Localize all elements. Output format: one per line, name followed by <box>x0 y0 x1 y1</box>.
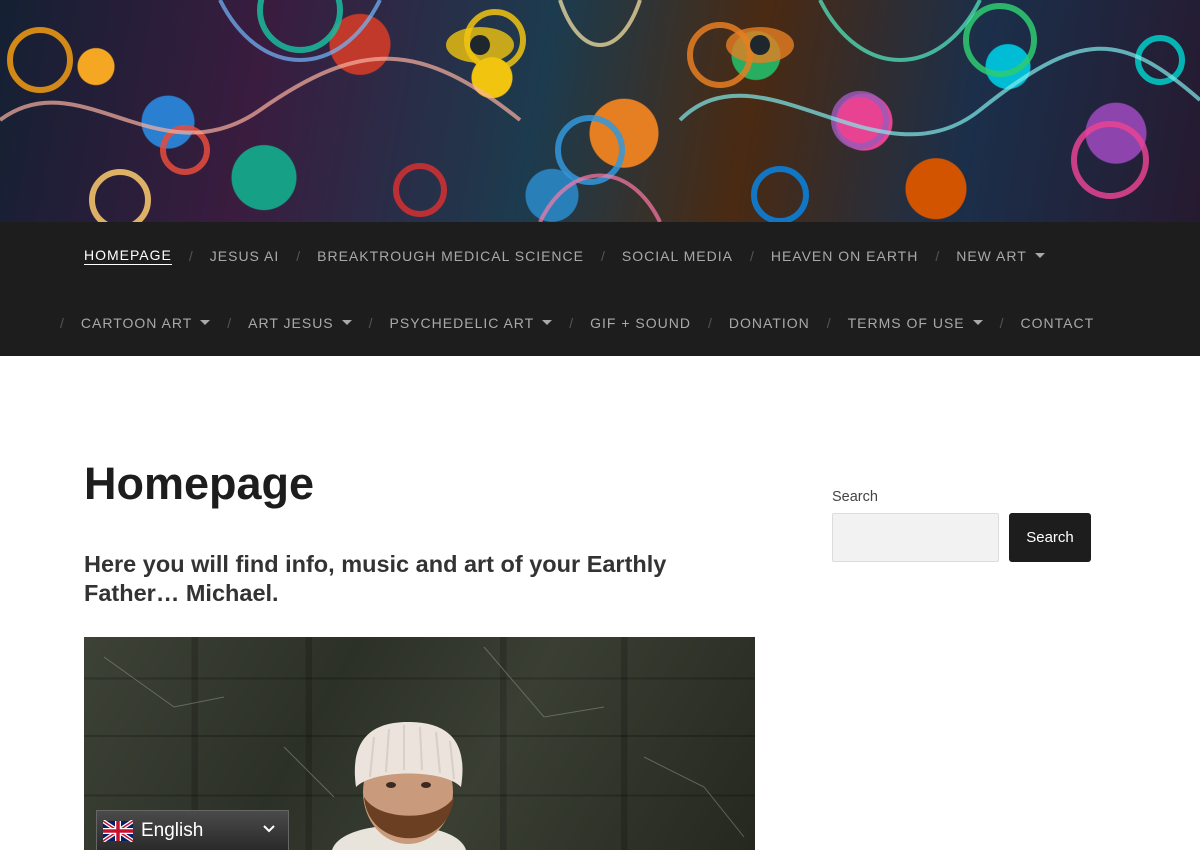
nav-separator: / <box>296 247 301 264</box>
nav-separator: / <box>999 314 1004 331</box>
nav-separator: / <box>569 314 574 331</box>
nav-separator: / <box>707 314 712 331</box>
nav-separator: / <box>749 247 754 264</box>
nav-item-heaven-on-earth[interactable]: HEAVEN ON EARTH <box>771 248 919 264</box>
search-button[interactable]: Search <box>1009 513 1091 562</box>
nav-item-gif-sound[interactable]: GIF + SOUND <box>590 315 691 331</box>
nav-item-art-jesus[interactable]: ART JESUS <box>248 315 352 331</box>
nav-separator: / <box>600 247 605 264</box>
caret-down-icon <box>1034 253 1045 258</box>
caret-down-icon <box>341 320 352 325</box>
search-input[interactable] <box>832 513 999 562</box>
nav-item-donation[interactable]: DONATION <box>729 315 810 331</box>
nav-item-psychedelic-art[interactable]: PSYCHEDELIC ART <box>390 315 553 331</box>
intro-text: Here you will find info, music and art o… <box>84 551 667 606</box>
nav-item-social-media[interactable]: SOCIAL MEDIA <box>622 248 733 264</box>
nav-item-breaktrough-medical-science[interactable]: BREAKTROUGH MEDICAL SCIENCE <box>317 248 584 264</box>
language-selector[interactable]: English <box>96 810 289 850</box>
nav-separator: / <box>188 247 193 264</box>
nav-item-label: SOCIAL MEDIA <box>621 247 733 264</box>
caret-down-icon <box>200 320 211 325</box>
nav-item-new-art[interactable]: NEW ART <box>956 248 1045 264</box>
nav-row-1: HOMEPAGE / JESUS AI / BREAKTROUGH MEDICA… <box>84 222 1045 289</box>
nav-separator: / <box>227 314 232 331</box>
caret-down-icon <box>972 320 983 325</box>
nav-item-label: TERMS OF USE <box>847 314 965 331</box>
nav-item-label: PSYCHEDELIC ART <box>389 314 535 331</box>
nav-item-label: CONTACT <box>1020 314 1095 331</box>
nav-item-label: BREAKTROUGH MEDICAL SCIENCE <box>317 247 584 264</box>
nav-item-jesus-ai[interactable]: JESUS AI <box>210 248 279 264</box>
nav-separator: / <box>826 314 831 331</box>
nav-item-contact[interactable]: CONTACT <box>1021 315 1095 331</box>
nav-item-label: HOMEPAGE <box>84 246 172 265</box>
language-label: English <box>141 819 204 841</box>
nav-item-label: GIF + SOUND <box>590 314 691 331</box>
nav-item-label: CARTOON ART <box>80 314 193 331</box>
nav-item-label: HEAVEN ON EARTH <box>770 247 919 264</box>
nav-row-2: / CARTOON ART / ART JESUS / PSYCHEDELIC … <box>60 289 1094 356</box>
uk-flag-icon <box>103 819 133 842</box>
nav-item-label: NEW ART <box>956 247 1027 264</box>
nav-item-label: JESUS AI <box>209 247 280 264</box>
nav-item-homepage[interactable]: HOMEPAGE <box>84 247 172 265</box>
caret-down-icon <box>542 320 553 325</box>
main-navigation: HOMEPAGE / JESUS AI / BREAKTROUGH MEDICA… <box>0 222 1200 356</box>
header-banner-image <box>0 0 1200 222</box>
page-title: Homepage <box>84 458 315 509</box>
search-label: Search <box>832 489 878 505</box>
psychedelic-artwork <box>0 0 1200 222</box>
nav-separator: / <box>368 314 373 331</box>
nav-separator: / <box>60 314 64 331</box>
nav-item-label: ART JESUS <box>248 314 334 331</box>
nav-item-cartoon-art[interactable]: CARTOON ART <box>80 314 211 331</box>
chevron-down-icon <box>263 825 275 833</box>
nav-item-terms-of-use[interactable]: TERMS OF USE <box>848 315 983 331</box>
nav-separator: / <box>935 247 940 264</box>
nav-item-label: DONATION <box>728 314 810 331</box>
